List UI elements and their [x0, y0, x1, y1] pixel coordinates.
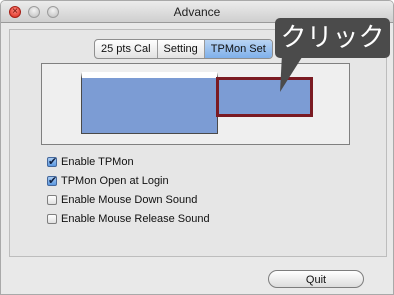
mouse-down-sound-checkbox[interactable] [47, 194, 57, 205]
tab-bar: 25 pts Cal Setting TPMon Set [94, 39, 273, 59]
quit-button[interactable]: Quit [268, 270, 364, 288]
open-at-login-checkbox[interactable]: ✔ [47, 174, 58, 187]
tab-25-pts-cal[interactable]: 25 pts Cal [95, 40, 158, 58]
tab-tpmon-set[interactable]: TPMon Set [204, 40, 272, 58]
enable-tpmon-label: Enable TPMon [61, 155, 134, 168]
click-callout: クリック [275, 18, 390, 58]
open-at-login-option[interactable]: ✔ TPMon Open at Login [47, 171, 210, 190]
enable-tpmon-checkbox[interactable]: ✔ [47, 155, 58, 168]
callout-pointer [280, 54, 304, 92]
mouse-down-sound-option[interactable]: Enable Mouse Down Sound [47, 190, 210, 209]
mouse-release-sound-option[interactable]: Enable Mouse Release Sound [47, 209, 210, 228]
checkmark-icon: ✔ [48, 155, 58, 168]
enable-tpmon-option[interactable]: ✔ Enable TPMon [47, 152, 210, 171]
mouse-release-sound-label: Enable Mouse Release Sound [61, 212, 210, 225]
mouse-down-sound-label: Enable Mouse Down Sound [61, 193, 198, 206]
window-title: Advance [173, 5, 221, 19]
mouse-release-sound-checkbox[interactable] [47, 213, 57, 224]
checkmark-icon: ✔ [48, 174, 58, 187]
tab-setting[interactable]: Setting [158, 40, 205, 58]
options-list: ✔ Enable TPMon ✔ TPMon Open at Login Ena… [47, 152, 210, 228]
primary-display[interactable] [81, 72, 218, 134]
open-at-login-label: TPMon Open at Login [61, 174, 169, 187]
